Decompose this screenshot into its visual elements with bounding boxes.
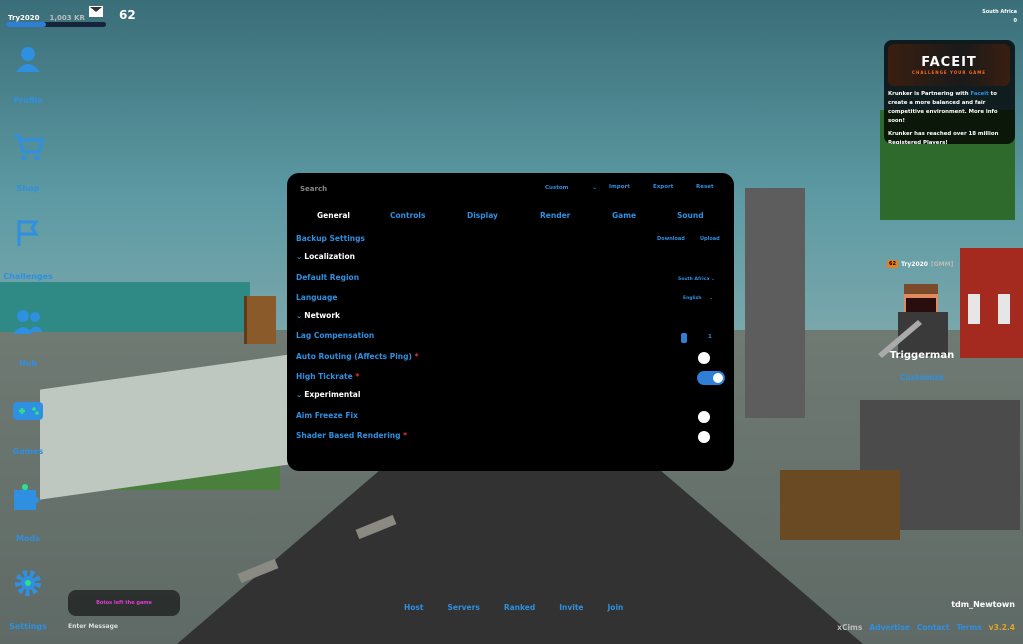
player-level: 62 <box>887 260 898 268</box>
aim-freeze-label: Aim Freeze Fix <box>296 411 358 420</box>
auto-routing-label: Auto Routing (Affects Ping) * <box>296 352 419 361</box>
settings-window: Search Custom ⌄ Import Export Reset Gene… <box>287 173 734 471</box>
section-localization[interactable]: ⌄ Localization <box>296 252 355 261</box>
contact-link[interactable]: Contact <box>917 623 950 632</box>
faceit-tagline: CHALLENGE YOUR GAME <box>912 70 986 75</box>
footer-brand[interactable]: xCims <box>837 623 862 632</box>
menu-label: Profile <box>13 96 43 105</box>
cart-icon <box>14 134 44 161</box>
aim-freeze-toggle[interactable] <box>698 411 710 423</box>
tab-game[interactable]: Game <box>612 211 636 220</box>
high-tickrate-label: High Tickrate * <box>296 372 360 381</box>
language-select[interactable]: English ⌄ <box>683 296 713 301</box>
export-button[interactable]: Export <box>653 184 673 190</box>
mail-icon[interactable] <box>89 6 103 17</box>
terms-link[interactable]: Terms <box>957 623 982 632</box>
region-name: South Africa <box>982 9 1017 15</box>
lag-compensation-slider[interactable] <box>681 333 687 343</box>
reset-button[interactable]: Reset <box>696 184 714 190</box>
default-region-label: Default Region <box>296 273 360 282</box>
invite-button[interactable]: Invite <box>559 603 583 612</box>
shader-rendering-label: Shader Based Rendering * <box>296 431 408 440</box>
region-indicator[interactable]: South Africa 0 <box>982 8 1017 26</box>
import-button[interactable]: Import <box>609 184 630 190</box>
gear-icon <box>15 570 41 596</box>
upload-button[interactable]: Upload <box>700 236 720 242</box>
tab-display[interactable]: Display <box>467 211 498 220</box>
kr-balance: 1,003 KR <box>49 14 85 22</box>
menu-label: Shop <box>16 184 40 193</box>
chevron-down-icon: ⌄ <box>709 296 714 301</box>
player-tag: 62 Try2020 [GMM] <box>887 260 953 268</box>
news-panel: FACEIT CHALLENGE YOUR GAME Krunker is Pa… <box>884 40 1015 144</box>
player-name: Try2020 <box>900 260 928 268</box>
puzzle-icon <box>14 484 39 510</box>
faceit-logo: FACEIT <box>921 55 977 70</box>
ranked-button[interactable]: Ranked <box>504 603 535 612</box>
language-label: Language <box>296 293 338 302</box>
lag-compensation-label: Lag Compensation <box>296 331 375 340</box>
section-experimental[interactable]: ⌄ Experimental <box>296 390 360 399</box>
menu-label: Hub <box>18 359 38 368</box>
lag-compensation-value[interactable]: 1 <box>708 334 712 340</box>
tab-sound[interactable]: Sound <box>677 211 704 220</box>
backup-settings-label: Backup Settings <box>296 234 365 243</box>
settings-search-input[interactable]: Search <box>300 185 327 193</box>
level-badge: 62 <box>119 8 136 22</box>
xp-bar <box>6 22 106 27</box>
profile-icon <box>16 47 40 72</box>
people-icon <box>13 310 43 334</box>
map-name: tdm_Newtown <box>951 600 1015 609</box>
chat-input[interactable]: Enter Message <box>68 623 118 630</box>
preset-select[interactable]: Custom ⌄ <box>545 185 597 191</box>
chevron-down-icon: ⌄ <box>296 311 303 320</box>
news-item: Krunker is Partnering with Faceit to cre… <box>888 91 998 124</box>
bottom-nav: Host Servers Ranked Invite Join <box>404 603 623 612</box>
auto-routing-toggle[interactable] <box>698 352 710 364</box>
scene-crate <box>244 296 276 344</box>
gamepad-icon <box>13 402 43 420</box>
character-preview[interactable] <box>878 280 968 360</box>
flag-icon <box>17 220 39 246</box>
chat-message: Botos left the game <box>68 590 180 616</box>
menu-label: Settings <box>9 622 47 631</box>
scene-red-house <box>960 248 1023 358</box>
customize-button[interactable]: Customize <box>870 373 974 382</box>
username[interactable]: Try2020 <box>8 14 40 22</box>
scene-tower <box>745 188 805 418</box>
footer-links: xCims Advertise Contact Terms v3.2.4 <box>837 623 1015 632</box>
download-button[interactable]: Download <box>657 236 685 242</box>
join-button[interactable]: Join <box>608 603 624 612</box>
scene-block <box>780 470 900 540</box>
tab-general[interactable]: General <box>317 211 350 220</box>
shader-rendering-toggle[interactable] <box>698 431 710 443</box>
player-clan: [GMM] <box>930 260 954 268</box>
servers-button[interactable]: Servers <box>447 603 479 612</box>
region-ping: 0 <box>1013 18 1017 24</box>
tab-controls[interactable]: Controls <box>390 211 425 220</box>
high-tickrate-toggle[interactable] <box>697 371 725 385</box>
news-item: Krunker has reached over 18 million Regi… <box>888 131 999 144</box>
faceit-link[interactable]: Faceit <box>970 91 988 97</box>
chevron-down-icon: ⌄ <box>296 390 303 399</box>
host-button[interactable]: Host <box>404 603 423 612</box>
chevron-down-icon: ⌄ <box>710 277 715 282</box>
menu-label: Mods <box>16 534 40 543</box>
class-name: Triggerman <box>889 350 955 361</box>
menu-label: Challenges <box>3 272 53 281</box>
version-label: v3.2.4 <box>988 623 1015 632</box>
tab-render[interactable]: Render <box>540 211 570 220</box>
chevron-down-icon: ⌄ <box>592 185 597 191</box>
menu-label: Games <box>12 447 44 456</box>
advertise-link[interactable]: Advertise <box>869 623 910 632</box>
section-network[interactable]: ⌄ Network <box>296 311 340 320</box>
faceit-banner[interactable]: FACEIT CHALLENGE YOUR GAME <box>888 44 1010 86</box>
default-region-select[interactable]: South Africa ⌄ <box>678 277 715 282</box>
chevron-down-icon: ⌄ <box>296 252 303 261</box>
